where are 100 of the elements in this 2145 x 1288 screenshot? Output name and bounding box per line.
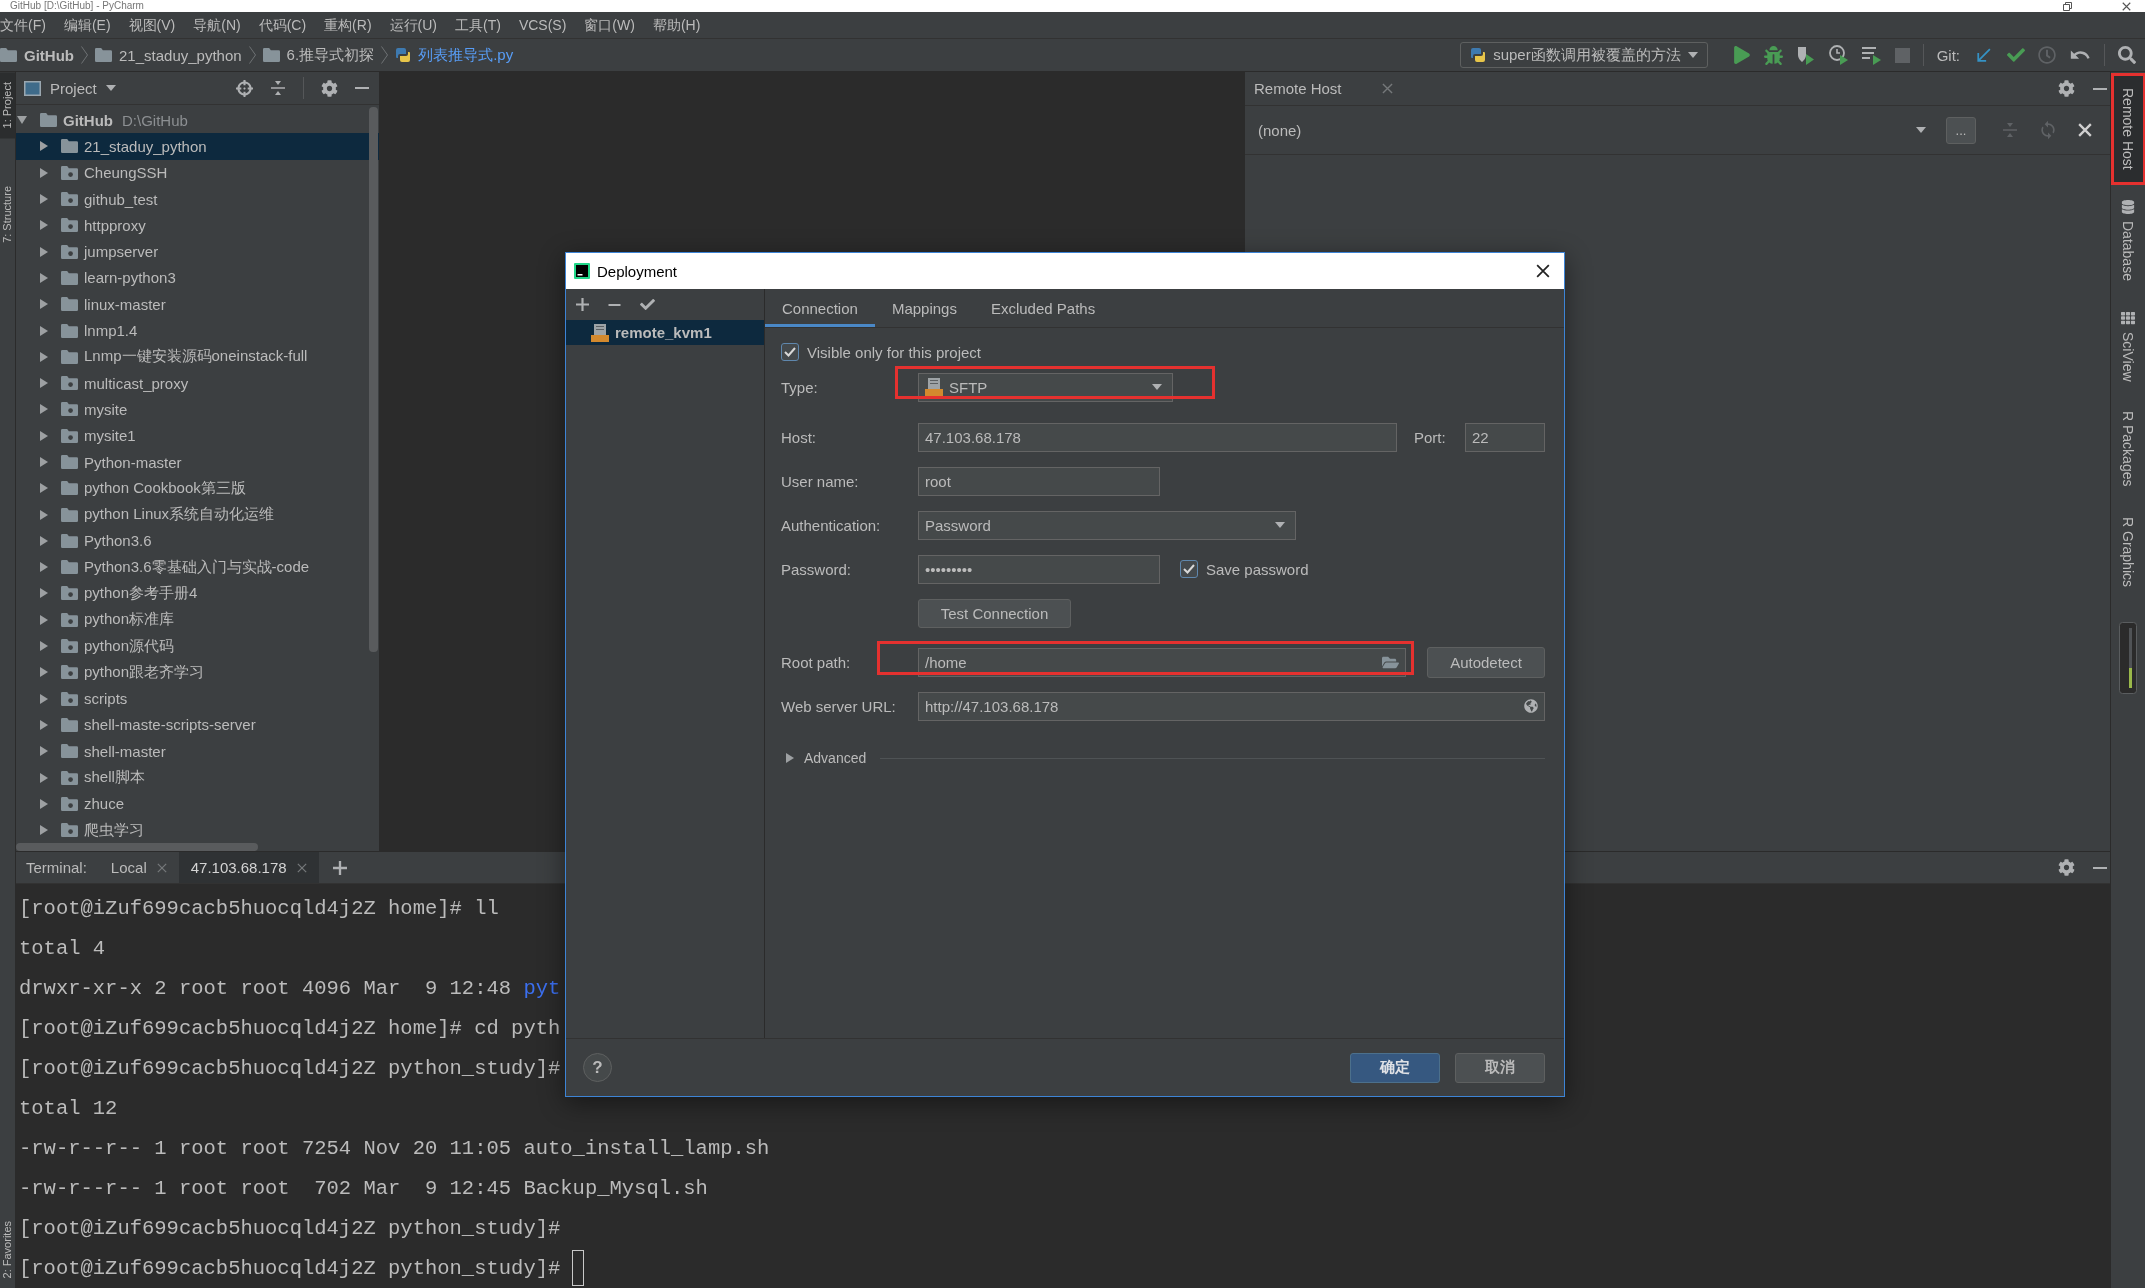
vertical-scrollbar[interactable] [369,107,378,652]
caret-right-icon[interactable] [40,194,48,205]
tree-item[interactable]: python参考手册4 [16,580,379,607]
run-configuration-dropdown[interactable]: super函数调用被覆盖的方法 [1460,42,1708,68]
tab[interactable]: Mappings [874,289,974,327]
breadcrumb-item[interactable]: 6.推导式初探 [262,45,375,65]
caret-right-icon[interactable] [40,272,48,283]
run-icon[interactable] [1732,46,1751,64]
tree-item[interactable]: python Cookbook第三版 [16,475,379,502]
tree-item[interactable]: linux-master [16,291,379,318]
caret-right-icon[interactable] [40,378,48,389]
caret-right-icon[interactable] [40,641,48,652]
tool-window-tab[interactable]: R Packages [2110,396,2145,502]
path-field[interactable]: /home [918,647,1406,677]
caret-right-icon[interactable] [40,299,48,310]
caret-right-icon[interactable] [40,693,48,704]
caret-right-icon[interactable] [40,588,48,599]
plus-icon[interactable] [576,298,589,311]
caret-right-icon[interactable] [40,562,48,573]
test-connection-button[interactable]: Test Connection [918,598,1071,628]
caret-right-icon[interactable] [40,483,48,494]
tree-item[interactable]: python跟老齐学习 [16,659,379,686]
settings-icon[interactable] [321,79,338,97]
close-icon[interactable] [2122,1,2131,11]
menu-item[interactable]: 窗口(W) [584,14,635,36]
menu-item[interactable]: 运行(U) [389,14,437,36]
search-icon[interactable] [2118,46,2136,64]
server-list-item[interactable]: remote_kvm1 [566,320,764,345]
menu-item[interactable]: 重构(R) [324,14,372,36]
caret-right-icon[interactable] [40,772,48,783]
url-field[interactable]: http://47.103.68.178 [918,691,1545,721]
tool-window-tab[interactable]: SciView [2110,295,2145,397]
tree-item[interactable]: python标准库 [16,606,379,633]
auth-dropdown[interactable]: Password [918,510,1296,540]
caret-right-icon[interactable] [786,753,794,763]
input-field[interactable]: 47.103.68.178 [918,422,1397,452]
caret-right-icon[interactable] [40,351,48,362]
ok-button[interactable]: 确定 [1350,1052,1440,1083]
tool-window-tab[interactable]: Remote Host [1254,80,1393,97]
tree-item[interactable]: multicast_proxy [16,369,379,397]
menu-item[interactable]: 文件(F) [0,14,46,36]
tree-item[interactable]: Python-master [16,448,379,476]
caret-right-icon[interactable] [40,404,48,415]
tree-item[interactable]: lnmp1.4 [16,317,379,344]
memory-gauge-icon[interactable] [2119,621,2137,694]
terminal-tab[interactable]: 47.103.68.178 [178,852,319,883]
tool-window-tab[interactable]: Database [2110,184,2145,296]
tree-item[interactable]: shell-maste-scripts-server [16,711,379,739]
caret-down-icon[interactable] [1687,52,1698,58]
caret-right-icon[interactable] [40,614,48,625]
settings-icon[interactable] [2058,80,2075,97]
tree-item[interactable]: Python3.6 [16,527,379,555]
close-icon[interactable] [1536,264,1550,278]
tree-item[interactable]: shell-master [16,738,379,765]
menu-item[interactable]: 帮助(H) [652,14,701,36]
menu-item[interactable]: 工具(T) [455,14,501,36]
caret-right-icon[interactable] [40,430,48,441]
breadcrumb-item[interactable]: 列表推导式.py [395,45,514,65]
tree-item[interactable]: github_test [16,185,379,213]
tree-item[interactable]: 21_staduy_python [16,133,379,160]
tab[interactable]: Excluded Paths [973,289,1113,327]
plus-icon[interactable] [332,860,347,875]
terminal-tab[interactable]: Local [98,852,179,883]
server-dropdown[interactable]: (none) [1258,121,1926,139]
caret-right-icon[interactable] [40,167,48,178]
collapse-all-icon[interactable] [270,80,286,96]
menu-item[interactable]: 视图(V) [128,14,176,36]
minimize-icon[interactable] [2093,866,2107,869]
caret-right-icon[interactable] [40,798,48,809]
debug-icon[interactable] [1763,45,1783,65]
tree-item[interactable]: zhuce [16,790,379,817]
caret-right-icon[interactable] [40,457,48,467]
coverage-icon[interactable] [1795,45,1816,65]
tool-window-tab[interactable]: R Graphics [2110,501,2145,602]
tree-item[interactable]: Python3.6零基础入门与实战-code [16,554,379,581]
tool-window-tab[interactable]: 1: Project [0,72,15,139]
tool-window-tab[interactable]: 2: Favorites [0,1210,15,1288]
caret-down-icon[interactable] [1152,384,1162,390]
caret-right-icon[interactable] [40,719,48,730]
caret-right-icon[interactable] [40,141,48,152]
caret-down-icon[interactable] [1916,127,1926,133]
tree-item[interactable]: shell脚本 [16,764,379,791]
tree-item[interactable]: GitHub D:\GitHub [16,107,379,134]
caret-right-icon[interactable] [40,746,48,757]
browse-button[interactable]: ... [1946,116,1976,144]
caret-right-icon[interactable] [40,246,48,257]
breadcrumb-item[interactable]: 21_staduy_python [95,46,242,64]
tree-item[interactable]: python源代码 [16,632,379,660]
tool-window-tab[interactable]: Remote Host [2110,73,2145,185]
password-field[interactable]: ••••••••• [918,554,1160,584]
breadcrumb-item[interactable]: GitHub [0,46,74,64]
caret-down-icon[interactable] [1275,522,1285,528]
globe-icon[interactable] [1524,699,1538,713]
concurrency-icon[interactable] [1861,45,1882,65]
autodetect-button[interactable]: Autodetect [1427,646,1545,678]
caret-right-icon[interactable] [40,825,48,836]
caret-down-icon[interactable] [17,116,27,125]
minus-icon[interactable] [608,303,621,306]
project-view-dropdown[interactable]: Project [24,79,116,97]
menu-item[interactable]: 导航(N) [193,14,241,36]
